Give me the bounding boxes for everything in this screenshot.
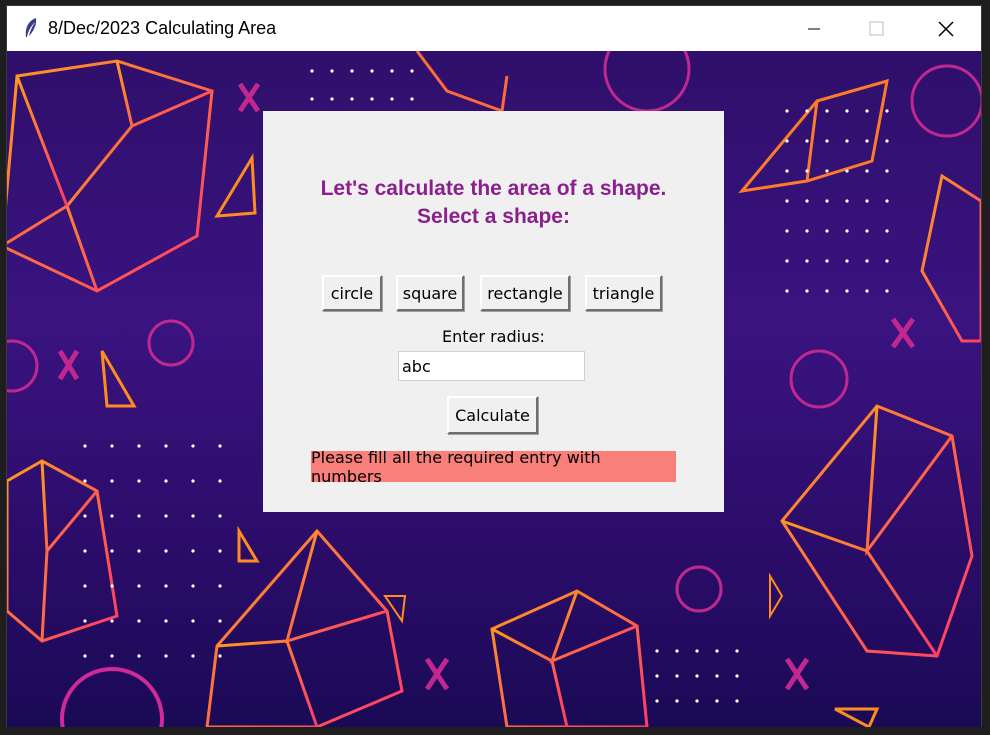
- prompt-heading-line1: Let's calculate the area of a shape.: [320, 177, 667, 200]
- error-message: Please fill all the required entry with …: [311, 448, 676, 486]
- rectangle-button[interactable]: rectangle: [480, 275, 570, 311]
- triangle-button[interactable]: triangle: [585, 275, 662, 311]
- feather-icon: [25, 18, 37, 37]
- calculator-panel: Let's calculate the area of a shape. Sel…: [263, 111, 724, 512]
- radius-input[interactable]: [398, 351, 585, 381]
- close-icon[interactable]: [922, 6, 968, 51]
- radius-label: Enter radius:: [442, 327, 545, 346]
- calculate-button[interactable]: Calculate: [447, 396, 538, 434]
- prompt-heading-line2: Select a shape:: [417, 205, 570, 228]
- prompt-heading: Let's calculate the area of a shape. Sel…: [263, 175, 724, 231]
- canvas-background: Let's calculate the area of a shape. Sel…: [7, 51, 981, 727]
- title-bar[interactable]: 8/Dec/2023 Calculating Area: [7, 6, 981, 51]
- square-button[interactable]: square: [396, 275, 464, 311]
- circle-button[interactable]: circle: [322, 275, 382, 311]
- minimize-icon[interactable]: [791, 6, 837, 51]
- window-title: 8/Dec/2023 Calculating Area: [48, 18, 277, 38]
- maximize-icon[interactable]: [853, 6, 899, 51]
- app-window: 8/Dec/2023 Calculating Area Let's calcul…: [6, 5, 982, 727]
